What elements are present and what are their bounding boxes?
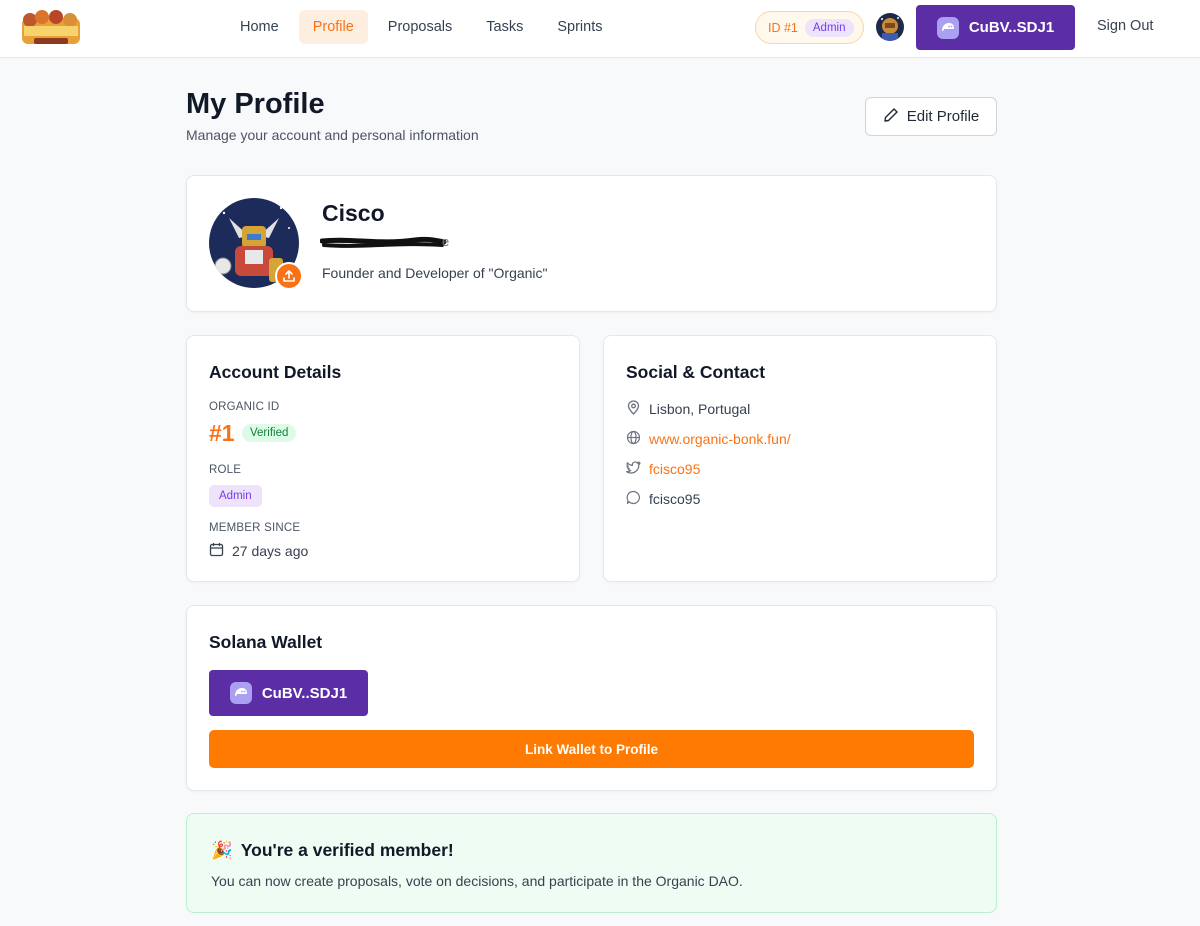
- account-details-card: Account Details ORGANIC ID #1 Verified R…: [186, 335, 580, 582]
- verified-badge: Verified: [242, 424, 297, 442]
- edit-profile-label: Edit Profile: [906, 108, 980, 125]
- nav-proposals[interactable]: Proposals: [374, 10, 466, 44]
- website-link[interactable]: www.organic-bonk.fun/: [649, 431, 791, 447]
- chat-bubble-icon: [626, 490, 641, 508]
- discord-row: fcisco95: [626, 490, 700, 508]
- solana-wallet-button[interactable]: CuBV..SDJ1: [209, 670, 368, 716]
- verified-banner-text: You can now create proposals, vote on de…: [211, 873, 743, 889]
- user-id-pill: ID #1 Admin: [755, 11, 864, 44]
- edit-profile-button[interactable]: Edit Profile: [865, 97, 997, 136]
- account-details-title: Account Details: [209, 362, 342, 382]
- twitter-link[interactable]: fcisco95: [649, 461, 700, 477]
- member-since-label: MEMBER SINCE: [209, 522, 301, 534]
- social-contact-card: Social & Contact Lisbon, Portugal www.or…: [603, 335, 997, 582]
- location-text: Lisbon, Portugal: [649, 401, 751, 417]
- organic-id-label: ORGANIC ID: [209, 401, 280, 413]
- twitter-icon: [626, 460, 641, 478]
- nav-home[interactable]: Home: [226, 10, 293, 44]
- verified-banner-title: 🎉 You're a verified member!: [211, 840, 454, 861]
- main-nav: Home Profile Proposals Tasks Sprints: [226, 10, 623, 44]
- pencil-icon: [883, 107, 899, 127]
- role-badge: Admin: [209, 485, 262, 507]
- role-label: ROLE: [209, 464, 242, 476]
- avatar[interactable]: [876, 13, 904, 41]
- organic-logo[interactable]: [20, 8, 82, 48]
- discord-handle: fcisco95: [649, 491, 701, 507]
- member-since: 27 days ago: [209, 542, 308, 560]
- nav-profile[interactable]: Profile: [298, 10, 368, 44]
- top-navbar: Home Profile Proposals Tasks Sprints ID …: [0, 0, 1200, 58]
- solana-wallet-card: Solana Wallet CuBV..SDJ1 Link Wallet to …: [186, 605, 997, 791]
- party-popper-icon: 🎉: [211, 840, 233, 860]
- page-subtitle: Manage your account and personal informa…: [186, 127, 479, 143]
- member-since-value: 27 days ago: [232, 543, 309, 559]
- upload-icon: [283, 270, 295, 282]
- profile-email-suffix: e: [442, 234, 450, 249]
- sign-out-button[interactable]: Sign Out: [1097, 18, 1153, 34]
- link-wallet-button[interactable]: Link Wallet to Profile: [209, 730, 974, 768]
- wallet-button[interactable]: CuBV..SDJ1: [916, 5, 1075, 50]
- admin-badge: Admin: [804, 18, 854, 37]
- solana-wallet-label: CuBV..SDJ1: [261, 684, 348, 702]
- solana-wallet-title: Solana Wallet: [209, 632, 323, 652]
- upload-avatar-button[interactable]: [275, 262, 303, 290]
- profile-card: Cisco e Founder and Developer of "Organi…: [186, 175, 997, 312]
- profile-name: Cisco: [322, 200, 385, 226]
- profile-bio: Founder and Developer of "Organic": [322, 265, 548, 281]
- organic-id-value: #1: [209, 420, 235, 446]
- redaction-scribble: [320, 236, 447, 248]
- verified-member-banner: 🎉 You're a verified member! You can now …: [186, 813, 997, 913]
- globe-icon: [626, 430, 641, 448]
- phantom-icon: [936, 16, 959, 39]
- phantom-icon: [229, 682, 252, 704]
- twitter-row: fcisco95: [626, 460, 700, 478]
- verified-banner-heading: You're a verified member!: [240, 840, 454, 860]
- map-pin-icon: [626, 400, 641, 418]
- website-row: www.organic-bonk.fun/: [626, 430, 791, 448]
- nav-tasks[interactable]: Tasks: [472, 10, 537, 44]
- calendar-icon: [209, 542, 224, 560]
- location-row: Lisbon, Portugal: [626, 400, 750, 418]
- user-id-text: ID #1: [768, 20, 798, 35]
- profile-email: e: [320, 234, 452, 250]
- nav-sprints[interactable]: Sprints: [543, 10, 616, 44]
- page-title: My Profile: [186, 88, 325, 120]
- social-contact-title: Social & Contact: [626, 362, 766, 382]
- wallet-button-label: CuBV..SDJ1: [968, 19, 1055, 36]
